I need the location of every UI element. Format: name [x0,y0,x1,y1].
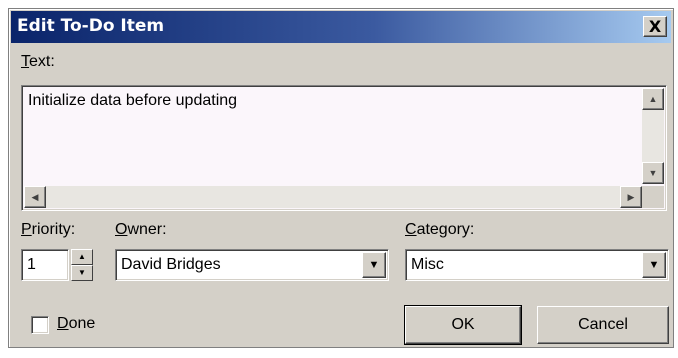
scroll-up-button[interactable]: ▲ [642,88,664,110]
spin-up-icon: ▲ [78,252,86,261]
owner-dropdown-button[interactable]: ▼ [362,252,386,278]
done-label[interactable]: Done [57,315,95,333]
title-bar[interactable]: Edit To-Do Item X [11,11,671,43]
owner-select[interactable]: David Bridges ▼ [115,249,389,281]
scroll-left-button[interactable]: ◀ [24,186,46,208]
owner-label: Owner: [115,221,167,239]
close-icon: X [648,17,662,36]
category-value: Misc [411,256,444,273]
done-checkbox[interactable] [31,316,49,334]
left-arrow-icon: ◀ [31,192,39,202]
category-label-accel: C [405,221,417,238]
ok-button[interactable]: OK [404,305,522,345]
priority-label-accel: P [21,221,32,238]
priority-input[interactable]: 1 [21,249,69,281]
text-label-accel: T [21,53,29,70]
owner-label-rest: wner: [127,221,167,238]
category-select[interactable]: Misc ▼ [405,249,669,281]
priority-label: Priority: [21,221,75,239]
chevron-down-icon: ▼ [648,259,660,271]
text-area[interactable]: Initialize data before updating ▲ ▼ ◀ ▶ [21,85,667,211]
scroll-right-button[interactable]: ▶ [620,186,642,208]
scroll-down-button[interactable]: ▼ [642,162,664,184]
edit-todo-dialog: Edit To-Do Item X Text: Initialize data … [8,8,674,348]
chevron-down-icon: ▼ [368,259,380,271]
window-title: Edit To-Do Item [17,16,165,36]
priority-up-button[interactable]: ▲ [71,249,93,265]
scrollbar-corner [642,186,664,208]
category-label: Category: [405,221,474,239]
owner-label-accel: O [115,221,128,238]
done-label-rest: one [68,315,96,332]
priority-value: 1 [27,256,36,273]
vertical-scrollbar[interactable]: ▲ ▼ [642,88,664,184]
text-label: Text: [21,53,55,71]
right-arrow-icon: ▶ [627,192,635,202]
category-label-rest: ategory: [416,221,475,238]
spin-down-icon: ▼ [78,268,86,277]
text-label-rest: ext: [29,53,55,70]
down-arrow-icon: ▼ [648,168,658,178]
text-area-value: Initialize data before updating [28,92,238,109]
close-button[interactable]: X [643,16,667,37]
owner-value: David Bridges [121,256,221,273]
cancel-button[interactable]: Cancel [537,306,669,344]
category-dropdown-button[interactable]: ▼ [642,252,666,278]
horizontal-scrollbar[interactable]: ◀ ▶ [24,186,642,208]
priority-down-button[interactable]: ▼ [71,265,93,281]
up-arrow-icon: ▲ [648,94,658,104]
priority-label-rest: riority: [31,221,76,238]
done-label-accel: D [57,315,69,332]
